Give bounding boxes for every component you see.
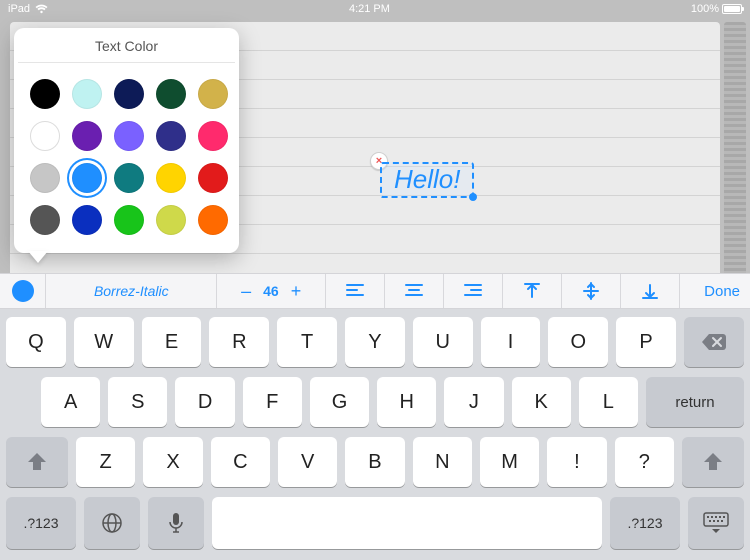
popover-arrow: [28, 251, 48, 263]
font-size-increase-button[interactable]: +: [291, 281, 302, 302]
color-swatch[interactable]: [198, 79, 228, 109]
key-x[interactable]: X: [143, 437, 202, 487]
color-swatch[interactable]: [72, 79, 102, 109]
color-swatch[interactable]: [156, 121, 186, 151]
key-b[interactable]: B: [345, 437, 404, 487]
backspace-key[interactable]: [684, 317, 744, 367]
key-s[interactable]: S: [108, 377, 167, 427]
color-swatch[interactable]: [30, 121, 60, 151]
key-f[interactable]: F: [243, 377, 302, 427]
text-object[interactable]: × Hello!: [380, 162, 474, 198]
key-k[interactable]: K: [512, 377, 571, 427]
key-t[interactable]: T: [277, 317, 337, 367]
key-z[interactable]: Z: [76, 437, 135, 487]
key-u[interactable]: U: [413, 317, 473, 367]
done-button[interactable]: Done: [680, 274, 750, 308]
shift-key[interactable]: [682, 437, 744, 487]
align-left-button[interactable]: [326, 274, 384, 308]
battery-percent-label: 100%: [691, 3, 719, 15]
color-swatch[interactable]: [156, 205, 186, 235]
numbers-mode-key[interactable]: .?123: [6, 497, 76, 549]
color-swatch[interactable]: [198, 163, 228, 193]
key-o[interactable]: O: [548, 317, 608, 367]
onscreen-keyboard: QWERTYUIOP ASDFGHJKLreturn ZXCVBNM!? .?1…: [0, 309, 750, 560]
key-m[interactable]: M: [480, 437, 539, 487]
font-picker-button[interactable]: Borrez-Italic: [46, 274, 216, 308]
return-key[interactable]: return: [646, 377, 744, 427]
key-n[interactable]: N: [413, 437, 472, 487]
color-dot-icon: [12, 280, 34, 302]
color-swatch[interactable]: [156, 163, 186, 193]
key-l[interactable]: L: [579, 377, 638, 427]
wifi-icon: [35, 4, 48, 14]
key-h[interactable]: H: [377, 377, 436, 427]
color-swatch[interactable]: [72, 163, 102, 193]
color-swatch[interactable]: [30, 79, 60, 109]
key-q[interactable]: Q: [6, 317, 66, 367]
key-v[interactable]: V: [278, 437, 337, 487]
key-a[interactable]: A: [41, 377, 100, 427]
color-swatch[interactable]: [114, 205, 144, 235]
key-j[interactable]: J: [444, 377, 503, 427]
font-size-control: – 46 +: [217, 274, 325, 308]
color-swatch[interactable]: [30, 205, 60, 235]
color-swatch[interactable]: [30, 163, 60, 193]
color-swatch[interactable]: [114, 79, 144, 109]
carrier-label: iPad: [8, 3, 30, 15]
text-object-content[interactable]: Hello!: [394, 164, 460, 194]
key-w[interactable]: W: [74, 317, 134, 367]
valign-middle-button[interactable]: [562, 274, 620, 308]
font-size-decrease-button[interactable]: –: [241, 281, 251, 302]
text-color-button[interactable]: [0, 274, 45, 308]
space-key[interactable]: [212, 497, 602, 549]
text-color-popover: Text Color: [14, 28, 239, 253]
color-swatch[interactable]: [72, 121, 102, 151]
status-bar: iPad 4:21 PM 100%: [0, 0, 750, 18]
globe-key[interactable]: [84, 497, 140, 549]
dictation-key[interactable]: [148, 497, 204, 549]
key-exclaim[interactable]: !: [547, 437, 606, 487]
color-swatch[interactable]: [156, 79, 186, 109]
dismiss-keyboard-key[interactable]: [688, 497, 744, 549]
align-center-button[interactable]: [385, 274, 443, 308]
key-p[interactable]: P: [616, 317, 676, 367]
key-i[interactable]: I: [481, 317, 541, 367]
key-question[interactable]: ?: [615, 437, 674, 487]
clock-label: 4:21 PM: [349, 3, 390, 15]
popover-title: Text Color: [14, 28, 239, 62]
numbers-mode-key[interactable]: .?123: [610, 497, 680, 549]
key-r[interactable]: R: [209, 317, 269, 367]
key-y[interactable]: Y: [345, 317, 405, 367]
vertical-ruler: [724, 22, 746, 285]
shift-key[interactable]: [6, 437, 68, 487]
color-swatch[interactable]: [198, 205, 228, 235]
color-swatch[interactable]: [114, 121, 144, 151]
align-right-button[interactable]: [444, 274, 502, 308]
battery-indicator: 100%: [691, 3, 742, 15]
valign-top-button[interactable]: [503, 274, 561, 308]
key-g[interactable]: G: [310, 377, 369, 427]
color-swatch[interactable]: [114, 163, 144, 193]
font-size-value: 46: [263, 283, 279, 299]
color-swatch-grid: [14, 63, 239, 253]
key-c[interactable]: C: [211, 437, 270, 487]
text-toolbar: Borrez-Italic – 46 + Done: [0, 273, 750, 309]
key-e[interactable]: E: [142, 317, 202, 367]
key-d[interactable]: D: [175, 377, 234, 427]
valign-bottom-button[interactable]: [621, 274, 679, 308]
color-swatch[interactable]: [72, 205, 102, 235]
color-swatch[interactable]: [198, 121, 228, 151]
